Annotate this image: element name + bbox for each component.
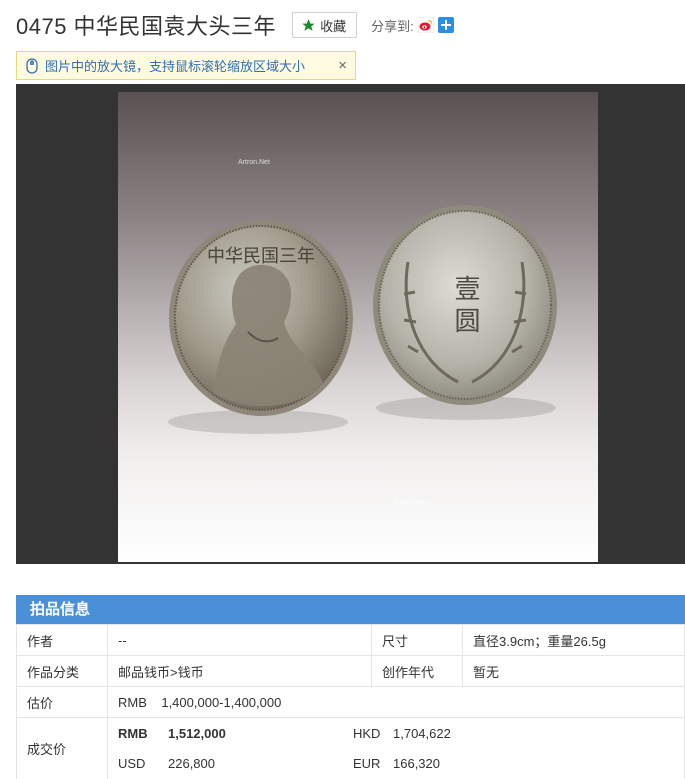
size-value: 直径3.9cm；重量26.5g: [462, 624, 685, 656]
eur-currency: EUR: [353, 755, 381, 771]
table-row: 作品分类 邮品钱币>钱币 创作年代 暂无: [16, 655, 685, 687]
category-value: 邮品钱币>钱币: [107, 655, 372, 687]
coin-back-legend: 壹圆: [450, 275, 480, 339]
estimate-label: 估价: [16, 686, 108, 718]
watermark: Artron.Net: [393, 499, 425, 506]
magnifier-hint: 图片中的放大镜，支持鼠标滚轮缩放区域大小 ×: [16, 51, 356, 80]
table-row: 成交价 RMB 1,512,000 HKD 1,704,622 USD 226,…: [16, 717, 685, 779]
rmb-currency: RMB: [118, 725, 148, 741]
table-row: 作者 -- 尺寸 直径3.9cm；重量26.5g: [16, 624, 685, 656]
coin-photo: 中华民国三年 壹圆 Artron.Net Artron.Net: [168, 159, 557, 506]
close-icon[interactable]: ×: [338, 58, 347, 73]
price-label: 成交价: [16, 717, 108, 779]
lot-photo[interactable]: 中华民国三年 壹圆 Artron.Net Artron.Net: [118, 92, 598, 562]
page-title: 0475 中华民国袁大头三年: [16, 14, 277, 39]
price-cell: RMB 1,512,000 HKD 1,704,622 USD 226,800 …: [107, 717, 685, 779]
favorite-label: 收藏: [320, 18, 347, 34]
estimate-cell: RMB 1,400,000-1,400,000: [107, 686, 685, 718]
estimate-value: 1,400,000-1,400,000: [161, 694, 282, 710]
size-label: 尺寸: [371, 624, 463, 656]
rmb-value: 1,512,000: [168, 725, 226, 741]
more-share-icon[interactable]: [437, 17, 454, 33]
usd-currency: USD: [118, 755, 146, 771]
author-label: 作者: [16, 624, 108, 656]
estimate-currency: RMB: [118, 694, 147, 710]
table-row: 估价 RMB 1,400,000-1,400,000: [16, 686, 685, 718]
title-row: 0475 中华民国袁大头三年 收藏 分享到:: [16, 10, 454, 40]
mouse-icon: [26, 57, 38, 74]
category-label: 作品分类: [16, 655, 108, 687]
info-section-title: 拍品信息: [16, 595, 685, 624]
hkd-value: 1,704,622: [393, 725, 451, 741]
hkd-currency: HKD: [353, 725, 381, 741]
usd-value: 226,800: [168, 755, 215, 771]
share-label: 分享到:: [371, 18, 414, 34]
watermark: Artron.Net: [238, 159, 270, 166]
hint-text: 图片中的放大镜，支持鼠标滚轮缩放区域大小: [45, 59, 306, 74]
image-viewer[interactable]: 中华民国三年 壹圆 Artron.Net Artron.Net: [16, 84, 685, 564]
era-label: 创作年代: [371, 655, 463, 687]
weibo-share-icon[interactable]: [417, 16, 435, 34]
star-icon: [302, 18, 315, 31]
author-value: --: [107, 624, 372, 656]
eur-value: 166,320: [393, 755, 440, 771]
favorite-button[interactable]: 收藏: [292, 12, 358, 38]
coin-front-legend: 中华民国三年: [207, 246, 315, 267]
lot-info-table: 作者 -- 尺寸 直径3.9cm；重量26.5g 作品分类 邮品钱币>钱币 创作…: [16, 624, 685, 779]
era-value: 暂无: [462, 655, 685, 687]
